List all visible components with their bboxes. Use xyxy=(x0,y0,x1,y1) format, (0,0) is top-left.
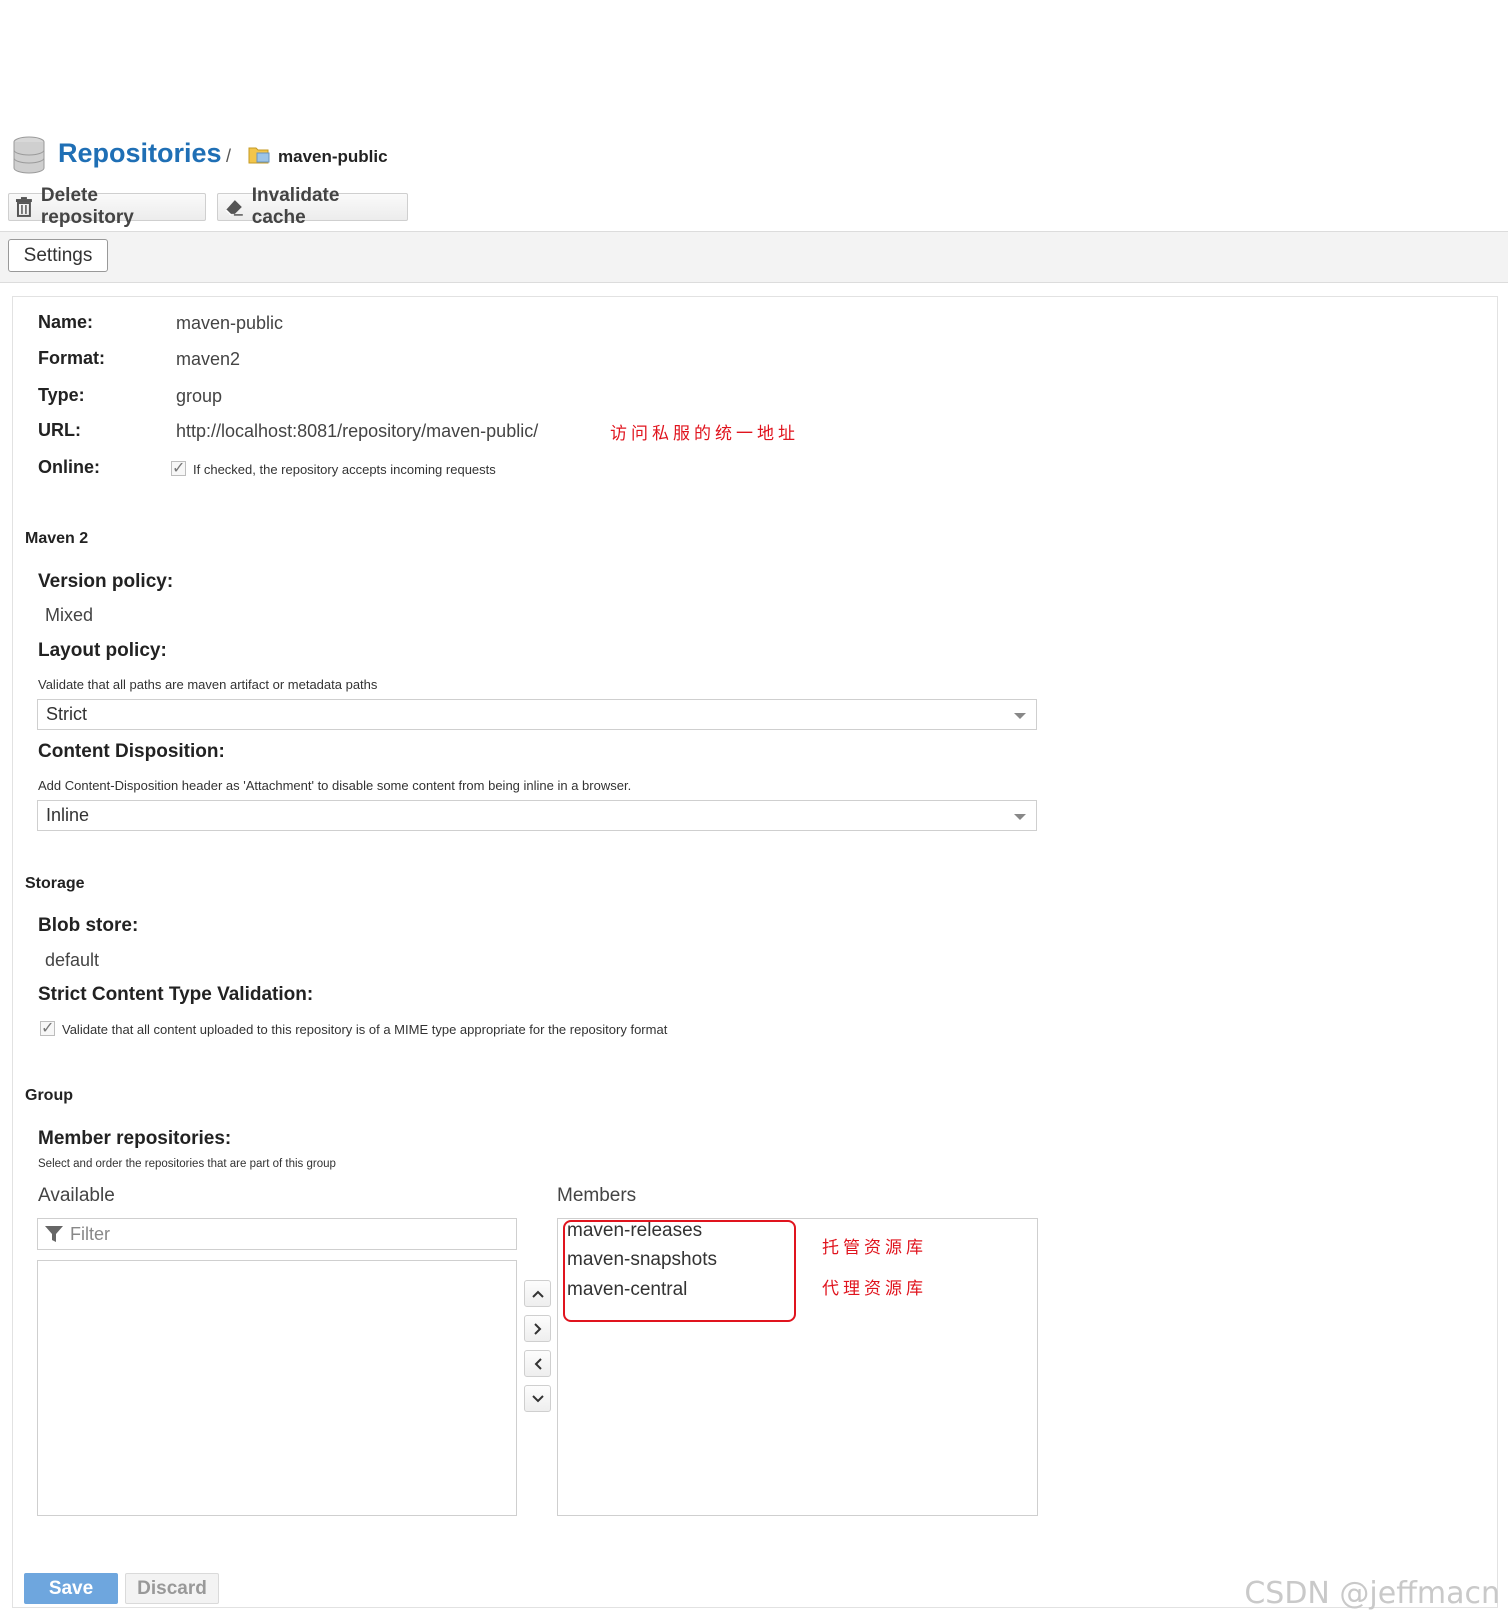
tab-bar xyxy=(0,231,1508,283)
save-button[interactable]: Save xyxy=(24,1573,118,1604)
chevron-down-icon xyxy=(1014,713,1026,719)
type-value: group xyxy=(176,386,223,406)
discard-button[interactable]: Discard xyxy=(125,1573,219,1604)
page-title[interactable]: Repositories xyxy=(58,138,222,169)
name-value: maven-public xyxy=(176,313,284,333)
strict-validation-label: Strict Content Type Validation: xyxy=(38,984,314,1005)
member-repositories-help: Select and order the repositories that a… xyxy=(38,1158,336,1170)
filter-input[interactable]: Filter xyxy=(37,1218,517,1250)
section-group: Group xyxy=(25,1087,73,1104)
strict-validation-checkbox[interactable] xyxy=(40,1018,55,1038)
database-icon xyxy=(12,136,46,174)
remove-member-button[interactable] xyxy=(524,1350,551,1377)
add-member-button[interactable] xyxy=(524,1315,551,1342)
eraser-icon xyxy=(225,200,243,216)
content-disposition-label: Content Disposition: xyxy=(38,741,225,762)
url-label: URL: xyxy=(38,420,81,440)
trash-icon xyxy=(15,197,32,217)
content-disposition-select[interactable]: Inline xyxy=(37,800,1037,831)
online-label: Online: xyxy=(38,457,100,477)
url-value[interactable]: http://localhost:8081/repository/maven-p… xyxy=(176,421,538,442)
annotation-highlight-box xyxy=(563,1220,796,1322)
proxy-annotation: 代理资源库 xyxy=(822,1279,927,1299)
folder-icon xyxy=(248,145,272,165)
format-label: Format: xyxy=(38,348,105,368)
breadcrumb-repo-name: maven-public xyxy=(278,147,388,166)
move-down-button[interactable] xyxy=(524,1385,551,1412)
layout-policy-help: Validate that all paths are maven artifa… xyxy=(38,677,378,692)
strict-validation-help: Validate that all content uploaded to th… xyxy=(62,1022,668,1037)
move-up-button[interactable] xyxy=(524,1280,551,1307)
format-value: maven2 xyxy=(176,349,241,369)
type-label: Type: xyxy=(38,385,85,405)
section-maven2: Maven 2 xyxy=(25,530,89,547)
blob-store-value: default xyxy=(45,950,100,970)
invalidate-cache-label: Invalidate cache xyxy=(251,185,340,228)
chevron-down-icon xyxy=(1014,814,1026,820)
blob-store-label: Blob store: xyxy=(38,915,139,936)
available-list[interactable] xyxy=(37,1260,517,1516)
content-disposition-value: Inline xyxy=(46,805,90,825)
chevron-left-icon xyxy=(534,1357,542,1370)
member-repositories-label: Member repositories: xyxy=(38,1128,232,1149)
tab-settings[interactable]: Settings xyxy=(8,239,108,272)
version-policy-value: Mixed xyxy=(45,605,94,625)
filter-placeholder: Filter xyxy=(70,1223,110,1244)
breadcrumb-separator: / xyxy=(226,146,232,166)
name-label: Name: xyxy=(38,312,94,332)
chevron-down-icon xyxy=(531,1394,544,1402)
layout-policy-label: Layout policy: xyxy=(38,640,167,661)
online-checkbox[interactable] xyxy=(171,458,186,478)
watermark: CSDN @jeffmacn xyxy=(1244,1576,1500,1611)
content-disposition-help: Add Content-Disposition header as 'Attac… xyxy=(38,778,632,793)
layout-policy-select[interactable]: Strict xyxy=(37,699,1037,730)
version-policy-label: Version policy: xyxy=(38,571,174,592)
delete-repository-button[interactable]: Delete repository xyxy=(8,185,206,228)
url-annotation: 访问私服的统一地址 xyxy=(610,424,799,444)
available-title: Available xyxy=(38,1185,115,1206)
delete-repository-label: Delete repository xyxy=(40,185,134,228)
chevron-right-icon xyxy=(533,1322,541,1335)
online-help: If checked, the repository accepts incom… xyxy=(193,462,496,477)
hosted-annotation: 托管资源库 xyxy=(822,1238,927,1258)
members-title: Members xyxy=(557,1185,637,1206)
invalidate-cache-button[interactable]: Invalidate cache xyxy=(217,185,408,228)
filter-icon xyxy=(45,1226,63,1242)
chevron-up-icon xyxy=(531,1290,544,1298)
layout-policy-value: Strict xyxy=(46,704,88,724)
section-storage: Storage xyxy=(25,875,85,892)
